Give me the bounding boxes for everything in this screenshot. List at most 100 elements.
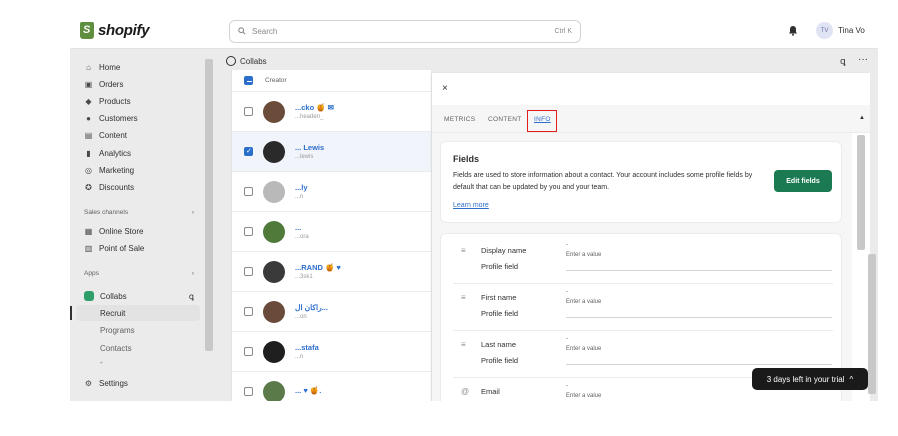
sidebar-item-discounts[interactable]: ✪ Discounts xyxy=(84,181,134,193)
text-lines-icon: ≡ xyxy=(461,246,466,255)
creator-name[interactable]: ... ♥ 🍯. xyxy=(295,386,321,395)
sidebar-subitem-contacts[interactable]: Contacts xyxy=(100,344,132,353)
sidebar-item-analytics[interactable]: ▮ Analytics xyxy=(84,147,131,159)
drawer-scrollbar[interactable] xyxy=(857,135,865,250)
content-icon: ▤ xyxy=(84,130,93,140)
creator-info: ... ...ora xyxy=(295,223,309,240)
table-row[interactable]: ...stafa ...n xyxy=(232,332,431,372)
apps-section[interactable]: Apps › xyxy=(84,270,194,277)
row-checkbox[interactable] xyxy=(244,347,253,356)
edit-fields-button[interactable]: Edit fields xyxy=(774,170,832,192)
trial-banner-button[interactable]: 3 days left in your trial ^ xyxy=(752,368,868,390)
row-checkbox[interactable] xyxy=(244,227,253,236)
scroll-up-arrow-icon[interactable]: ▲ xyxy=(859,115,865,121)
fields-card: Fields Fields are used to store informat… xyxy=(440,141,842,223)
user-name[interactable]: Tina Vo xyxy=(838,26,865,35)
sidebar-item-home[interactable]: ⌂ Home xyxy=(84,61,120,73)
user-avatar[interactable]: TV xyxy=(816,22,833,39)
field-value-input[interactable]: Enter a value xyxy=(566,346,601,352)
field-type: Profile field xyxy=(481,356,519,365)
sidebar-item-settings[interactable]: ⚙ Settings xyxy=(84,377,128,389)
table-row[interactable]: راكان ال... ...on xyxy=(232,292,431,332)
sidebar-scrollbar[interactable] xyxy=(205,59,213,351)
sidebar-item-label: Home xyxy=(99,62,121,72)
field-value-input[interactable]: Enter a value xyxy=(566,393,601,399)
tab-content[interactable]: CONTENT xyxy=(488,116,522,123)
table-row[interactable]: ... ...ora xyxy=(232,212,431,252)
row-checkbox[interactable] xyxy=(244,267,253,276)
creator-name[interactable]: ...ly xyxy=(295,183,308,192)
creator-avatar[interactable] xyxy=(263,100,285,123)
row-checkbox[interactable] xyxy=(244,187,253,196)
search-shortcut: Ctrl K xyxy=(554,28,573,35)
sidebar-item-label: Analytics xyxy=(99,148,132,158)
creator-avatar[interactable] xyxy=(263,380,285,401)
creator-avatar[interactable] xyxy=(263,300,285,323)
field-value-input[interactable]: Enter a value xyxy=(566,299,601,305)
creator-avatar[interactable] xyxy=(263,340,285,363)
creator-name[interactable]: راكان ال... xyxy=(295,303,328,312)
sidebar: ⌂ Home ▣ Orders ◆ Products ● Customers ▤… xyxy=(70,49,216,401)
chevron-right-icon: › xyxy=(191,209,194,216)
sidebar-item-content[interactable]: ▤ Content xyxy=(84,129,127,141)
field-current-value: - xyxy=(566,383,568,389)
table-row[interactable]: ... Lewis ...lewis xyxy=(232,132,431,172)
sidebar-item-customers[interactable]: ● Customers xyxy=(84,112,138,124)
sidebar-item-collabs[interactable]: Collabs ꝗ xyxy=(84,290,194,302)
sidebar-item-label: Collabs xyxy=(100,291,127,301)
creator-name[interactable]: ...RAND 🍯 ♥ xyxy=(295,263,341,272)
sidebar-item-orders[interactable]: ▣ Orders xyxy=(84,78,124,90)
row-checkbox[interactable] xyxy=(244,307,253,316)
sidebar-subitem-programs[interactable]: Programs xyxy=(100,326,135,335)
select-all-checkbox[interactable] xyxy=(244,76,253,85)
column-header-creator: Creator xyxy=(265,77,287,84)
table-row[interactable]: ...RAND 🍯 ♥ ...3sk1 xyxy=(232,252,431,292)
table-row[interactable]: ...cko 🍯 ✉ ...headen_ xyxy=(232,92,431,132)
creator-avatar[interactable] xyxy=(263,180,285,203)
table-row[interactable]: ... ♥ 🍯. xyxy=(232,372,431,401)
search-placeholder: Search xyxy=(252,27,278,36)
field-name: Display name xyxy=(481,246,527,255)
sales-channels-section[interactable]: Sales channels › xyxy=(84,209,194,216)
sidebar-item-point-of-sale[interactable]: ▥ Point of Sale xyxy=(84,242,145,254)
creator-avatar[interactable] xyxy=(263,140,285,163)
collabs-icon xyxy=(84,291,94,301)
row-checkbox[interactable] xyxy=(244,107,253,116)
field-name: First name xyxy=(481,293,517,302)
creator-name[interactable]: ...stafa xyxy=(295,343,319,352)
sidebar-item-products[interactable]: ◆ Products xyxy=(84,95,131,107)
creator-name[interactable]: ...cko 🍯 ✉ xyxy=(295,103,334,112)
creator-avatar[interactable] xyxy=(263,260,285,283)
more-options-icon[interactable]: ··· xyxy=(858,54,868,65)
field-type: Profile field xyxy=(481,309,519,318)
close-icon[interactable]: × xyxy=(442,83,448,94)
row-checkbox[interactable] xyxy=(244,147,253,156)
creator-info: ... Lewis ...lewis xyxy=(295,143,324,160)
shopify-admin-window: shopify Search Ctrl K TV Tina Vo ⌂ Home … xyxy=(70,14,878,401)
creator-info: راكان ال... ...on xyxy=(295,303,328,320)
table-row[interactable]: ...ly ...n xyxy=(232,172,431,212)
learn-more-link[interactable]: Learn more xyxy=(453,202,489,209)
app-title: Collabs xyxy=(240,56,267,66)
bell-icon[interactable] xyxy=(788,25,798,39)
field-current-value: - xyxy=(566,289,568,295)
pin-icon[interactable]: ꝗ xyxy=(840,56,846,67)
sidebar-item-online-store[interactable]: ▦ Online Store xyxy=(84,225,144,237)
field-value-input[interactable]: Enter a value xyxy=(566,252,601,258)
section-label: Sales channels xyxy=(84,209,129,216)
page-scrollbar[interactable] xyxy=(868,254,876,394)
row-checkbox[interactable] xyxy=(244,387,253,396)
shopify-logo[interactable]: shopify xyxy=(80,22,150,39)
gear-icon: ⚙ xyxy=(84,378,93,388)
pin-icon[interactable]: ꝗ xyxy=(189,292,194,301)
creator-name[interactable]: ... Lewis xyxy=(295,143,324,152)
search-icon xyxy=(238,26,246,37)
person-icon: ● xyxy=(86,113,91,123)
tab-metrics[interactable]: METRICS xyxy=(444,116,475,123)
sidebar-item-marketing[interactable]: ◎ Marketing xyxy=(84,164,134,176)
sidebar-item-label: Products xyxy=(99,96,131,106)
creator-avatar[interactable] xyxy=(263,220,285,243)
sidebar-subitem-recruit[interactable]: Recruit xyxy=(100,309,125,318)
search-input[interactable]: Search Ctrl K xyxy=(229,20,581,43)
creator-name[interactable]: ... xyxy=(295,223,309,232)
